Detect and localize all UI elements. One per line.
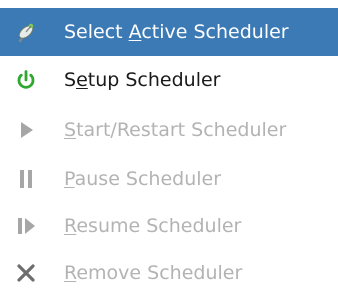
pause-icon bbox=[14, 167, 38, 191]
play-icon bbox=[14, 118, 38, 142]
menu-item-label: Pause Scheduler bbox=[64, 168, 222, 190]
menu-item-select-active-scheduler[interactable]: Select Active Scheduler bbox=[0, 8, 338, 56]
menu-item-label: Resume Scheduler bbox=[64, 215, 242, 237]
menu-item-remove-scheduler[interactable]: Remove Scheduler bbox=[0, 249, 338, 297]
satellite-dish-icon bbox=[14, 20, 38, 44]
scheduler-context-menu: Select Active Scheduler Setup Scheduler … bbox=[0, 0, 338, 299]
menu-item-resume-scheduler[interactable]: Resume Scheduler bbox=[0, 202, 338, 250]
menu-item-label: Remove Scheduler bbox=[64, 262, 243, 284]
power-icon bbox=[14, 68, 38, 92]
remove-x-icon bbox=[14, 261, 38, 285]
menu-item-label: Start/Restart Scheduler bbox=[64, 119, 287, 141]
menu-item-pause-scheduler[interactable]: Pause Scheduler bbox=[0, 155, 338, 203]
menu-item-label: Select Active Scheduler bbox=[64, 21, 289, 43]
menu-item-setup-scheduler[interactable]: Setup Scheduler bbox=[0, 56, 338, 104]
resume-icon bbox=[14, 214, 38, 238]
menu-item-start-restart-scheduler[interactable]: Start/Restart Scheduler bbox=[0, 106, 338, 154]
menu-item-label: Setup Scheduler bbox=[64, 69, 221, 91]
